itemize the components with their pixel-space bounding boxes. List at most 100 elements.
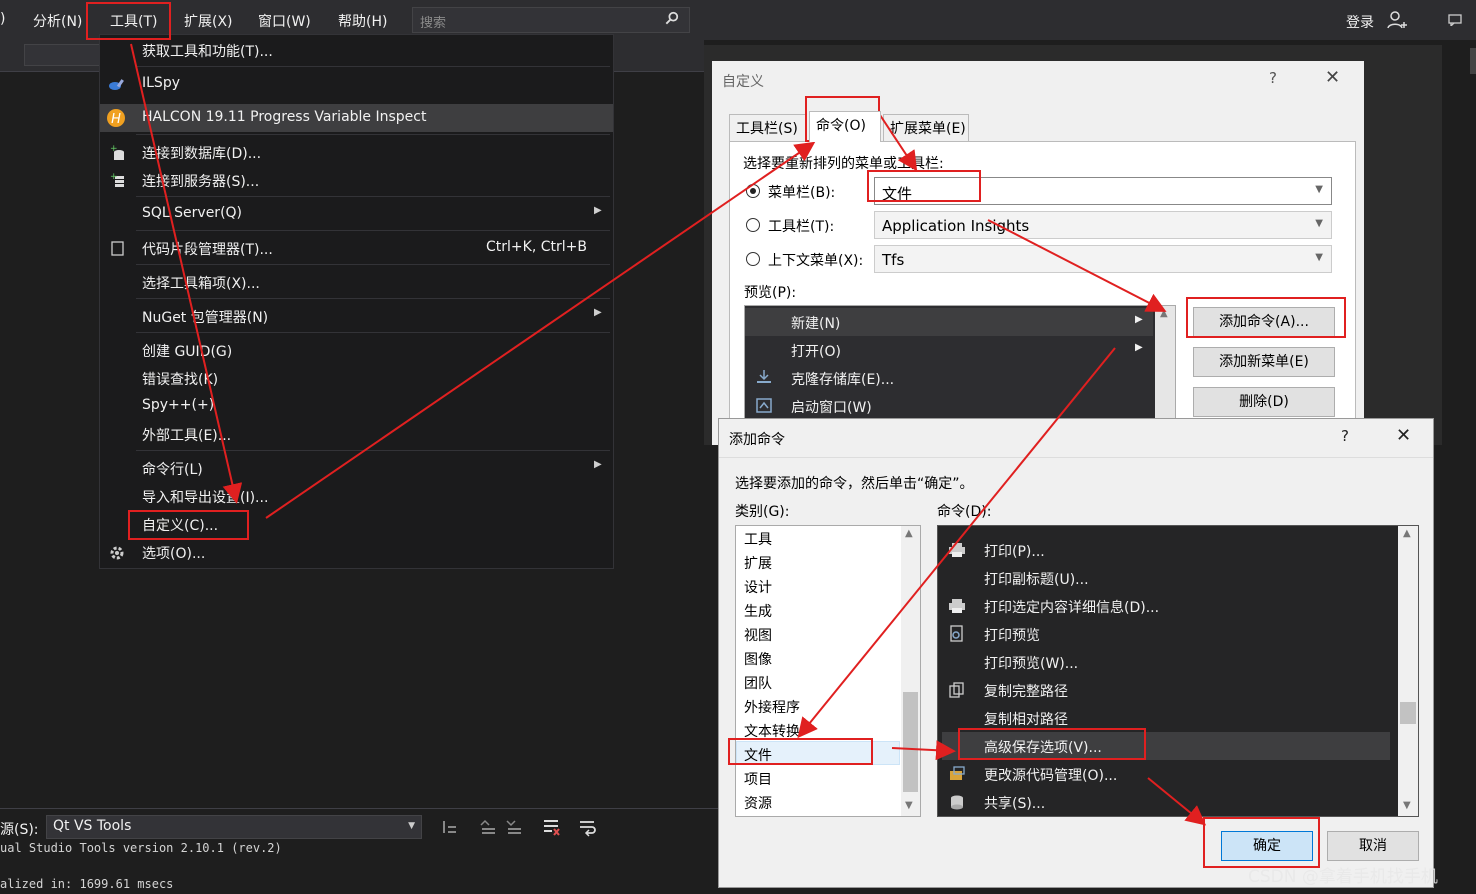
preview-item-open[interactable]: 打开(O) ▶ <box>745 336 1153 364</box>
search-placeholder: 搜索 <box>420 16 447 31</box>
list-item[interactable]: 项目 <box>744 769 772 789</box>
menu-item-import-export[interactable]: 导入和导出设置(I)... <box>100 482 613 510</box>
menu-item-options[interactable]: 选项(O)... <box>100 538 613 566</box>
menu-item-connect-db[interactable]: + 连接到数据库(D)... <box>100 138 613 166</box>
menu-item-label: ILSpy <box>142 75 180 91</box>
gear-icon <box>110 546 124 560</box>
delete-button[interactable]: 删除(D) <box>1193 387 1335 417</box>
list-item[interactable]: 外接程序 <box>744 697 800 717</box>
clear-all-icon[interactable] <box>541 817 561 837</box>
list-item[interactable]: 更改源代码管理(O)... <box>942 760 1390 788</box>
cancel-button[interactable]: 取消 <box>1327 831 1419 861</box>
menu-item-sql-server[interactable]: SQL Server(Q) ▶ <box>100 200 613 228</box>
list-item[interactable]: 打印预览(W)... <box>942 648 1390 676</box>
list-item[interactable]: 打印预览 <box>942 620 1390 648</box>
menu-shortcut: Ctrl+K, Ctrl+B <box>486 239 587 255</box>
list-item[interactable]: 工具 <box>744 529 772 549</box>
list-item[interactable]: 设计 <box>744 577 772 597</box>
radio-context-menu[interactable] <box>746 252 760 266</box>
context-menu-select[interactable]: Tfs ▼ <box>874 245 1332 273</box>
menu-extensions[interactable]: 扩展(X) <box>184 11 233 31</box>
search-icon <box>665 11 679 25</box>
search-box[interactable]: 搜索 <box>412 7 690 33</box>
list-item[interactable]: 复制完整路径 <box>942 676 1390 704</box>
menu-partial[interactable]: ) <box>0 11 5 27</box>
menu-item-external-tools[interactable]: 外部工具(E)... <box>100 420 613 448</box>
menu-item-toolbox[interactable]: 选择工具箱项(X)... <box>100 268 613 296</box>
menu-item-connect-server[interactable]: + 连接到服务器(S)... <box>100 166 613 194</box>
find-message-icon[interactable] <box>440 817 460 837</box>
connect-server-icon: + <box>110 172 124 187</box>
add-command-prompt: 选择要添加的命令，然后单击“确定”。 <box>735 476 974 492</box>
customize-dialog: 自定义 ? ✕ 工具栏(S) 命令(O) 扩展菜单(E) 选择要重新排列的菜单或… <box>712 61 1364 445</box>
help-button[interactable]: ? <box>1269 69 1277 87</box>
list-item[interactable]: 资源 <box>744 793 772 813</box>
list-item[interactable]: 图像 <box>744 649 772 669</box>
menu-item-snippets[interactable]: 代码片段管理器(T)... Ctrl+K, Ctrl+B <box>100 234 613 262</box>
login-link[interactable]: 登录 <box>1346 12 1374 32</box>
close-button[interactable]: ✕ <box>1396 425 1411 446</box>
menu-item-label: 代码片段管理器(T)... <box>142 242 273 258</box>
menu-item-nuget[interactable]: NuGet 包管理器(N) ▶ <box>100 302 613 330</box>
list-item[interactable]: 生成 <box>744 601 772 621</box>
preview-item-start-window[interactable]: 启动窗口(W) <box>745 392 1153 420</box>
add-user-icon[interactable] <box>1387 10 1409 30</box>
command-label: 复制完整路径 <box>984 684 1068 700</box>
preview-item-label: 新建(N) <box>791 316 841 332</box>
menu-help[interactable]: 帮助(H) <box>338 11 387 31</box>
menu-item-label: 连接到数据库(D)... <box>142 146 262 162</box>
commands-list[interactable]: 打印(P)... 打印副标题(U)... 打印选定内容详细信息(D)... 打印… <box>937 525 1419 817</box>
add-new-menu-button[interactable]: 添加新菜单(E) <box>1193 347 1335 377</box>
halcon-icon: H <box>107 109 125 127</box>
preview-item-clone[interactable]: 克隆存储库(E)... <box>745 364 1153 392</box>
menu-item-get-tools[interactable]: 获取工具和功能(T)... <box>100 36 613 64</box>
menu-item-command-line[interactable]: 命令行(L) ▶ <box>100 454 613 482</box>
categories-label: 类别(G): <box>735 504 790 520</box>
list-item[interactable]: 团队 <box>744 673 772 693</box>
list-item[interactable]: 打印副标题(U)... <box>942 564 1390 592</box>
print-icon <box>949 543 965 557</box>
categories-scrollbar[interactable]: ▲ ▼ <box>901 526 920 816</box>
menu-item-label: HALCON 19.11 Progress Variable Inspect <box>142 109 427 125</box>
toolbar-select-value: Application Insights <box>882 217 1030 235</box>
list-item[interactable]: 扩展 <box>744 553 772 573</box>
feedback-icon[interactable] <box>1448 14 1462 26</box>
help-button[interactable]: ? <box>1341 427 1349 445</box>
categories-list[interactable]: 工具 扩展 设计 生成 视图 图像 团队 外接程序 文本转换 文件 项目 资源 … <box>735 525 921 817</box>
list-item[interactable]: 视图 <box>744 625 772 645</box>
menu-window[interactable]: 窗口(W) <box>258 11 311 31</box>
prev-message-icon[interactable] <box>478 817 498 837</box>
print-preview-icon <box>950 625 963 642</box>
menu-item-spy[interactable]: Spy++(+) <box>100 392 613 420</box>
annotation-box-file-category <box>728 738 873 765</box>
tab-extension-menus[interactable]: 扩展菜单(E) <box>883 114 969 142</box>
menu-item-ilspy[interactable]: ILSpy <box>100 70 613 98</box>
radio-menubar[interactable] <box>746 184 760 198</box>
tools-menu: 获取工具和功能(T)... ILSpy H HALCON 19.11 Progr… <box>99 34 614 569</box>
next-message-icon[interactable] <box>504 817 524 837</box>
word-wrap-icon[interactable] <box>578 817 598 837</box>
close-button[interactable]: ✕ <box>1325 67 1340 88</box>
preview-item-new[interactable]: 新建(N) ▶ <box>745 308 1153 336</box>
tab-toolbars[interactable]: 工具栏(S) <box>729 114 807 142</box>
radio-toolbar[interactable] <box>746 218 760 232</box>
list-item[interactable]: 打印选定内容详细信息(D)... <box>942 592 1390 620</box>
tab-commands[interactable]: 命令(O) <box>809 111 881 142</box>
menu-item-error-lookup[interactable]: 错误查找(K) <box>100 364 613 392</box>
list-item[interactable]: 共享(S)... <box>942 788 1390 816</box>
output-source-value: Qt VS Tools <box>53 818 132 834</box>
output-source-select[interactable]: Qt VS Tools ▼ <box>46 815 422 839</box>
menu-item-guid[interactable]: 创建 GUID(G) <box>100 336 613 364</box>
preview-label: 预览(P): <box>744 285 797 301</box>
config-combo[interactable] <box>24 44 104 66</box>
toolbar-select[interactable]: Application Insights ▼ <box>874 211 1332 239</box>
dialog-title: 自定义 <box>722 74 764 90</box>
preview-item-label: 启动窗口(W) <box>791 400 872 416</box>
annotation-box-customize <box>128 510 249 540</box>
menu-analyze[interactable]: 分析(N) <box>33 11 82 31</box>
share-icon <box>951 795 963 810</box>
commands-scrollbar[interactable]: ▲ ▼ <box>1398 526 1418 816</box>
menu-item-halcon[interactable]: H HALCON 19.11 Progress Variable Inspect <box>100 104 613 132</box>
watermark: CSDN @拿着手机找手机 <box>1248 867 1438 887</box>
list-item[interactable]: 打印(P)... <box>942 536 1390 564</box>
